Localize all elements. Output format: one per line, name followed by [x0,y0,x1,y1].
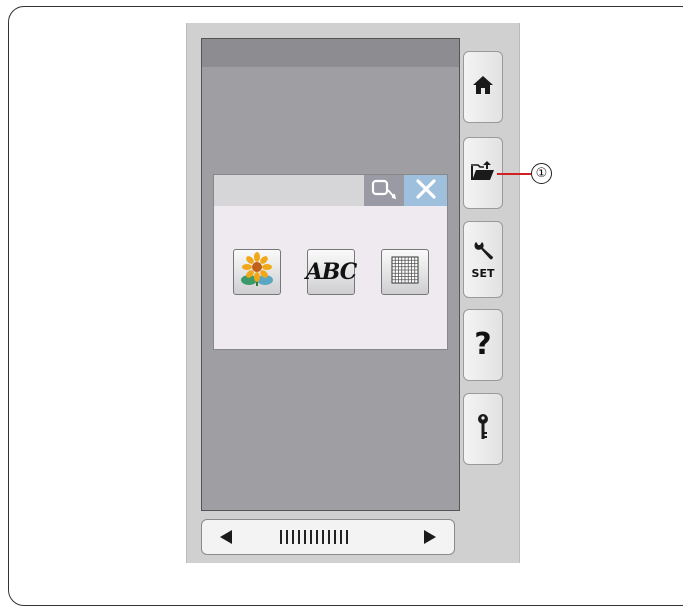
screen-status-bar [202,39,459,67]
settings-label: SET [471,266,495,280]
monogram-button[interactable]: ABC [305,249,358,295]
settings-button[interactable]: SET [463,221,503,298]
callout-line [497,173,531,175]
help-button[interactable]: ? [463,309,503,381]
grid-icon [390,255,420,289]
home-icon [472,75,494,99]
monogram-label: ABC [305,259,358,285]
scroll-ticks[interactable] [280,530,348,544]
hoop-button[interactable] [364,175,404,206]
design-category-button[interactable] [233,249,281,295]
help-icon: ? [474,327,492,362]
right-arrow-icon[interactable] [422,528,438,550]
home-button[interactable] [463,51,503,123]
lock-button[interactable] [463,393,503,465]
callout-number: ① [531,163,552,184]
wrench-icon [472,240,494,266]
key-icon [476,413,490,445]
category-dialog: ABC [213,174,448,350]
left-arrow-icon[interactable] [218,528,234,550]
touch-screen: ABC [201,38,460,511]
scroll-control[interactable] [201,519,455,555]
pattern-grid-button[interactable] [381,249,429,295]
hoop-icon [371,178,397,204]
flower-design-icon [238,251,276,293]
close-button[interactable] [404,175,447,206]
open-file-icon [470,160,496,186]
close-icon [415,178,437,204]
